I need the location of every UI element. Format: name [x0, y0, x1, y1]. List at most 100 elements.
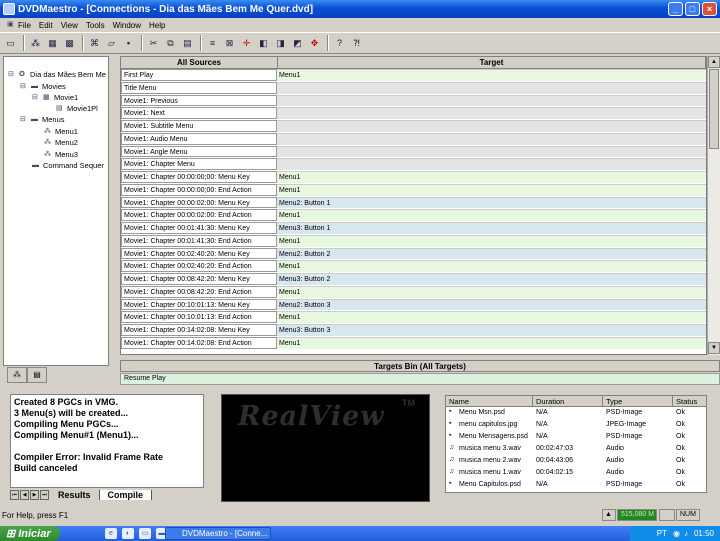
- menu-file[interactable]: File: [14, 21, 35, 30]
- col-target[interactable]: Target: [278, 57, 706, 68]
- tab-results[interactable]: Results: [50, 490, 100, 500]
- scroll-up-button[interactable]: ▲: [708, 56, 720, 68]
- connection-row[interactable]: Movie1: Subtitle Menu: [121, 120, 706, 133]
- menu-edit[interactable]: Edit: [35, 21, 57, 30]
- window-titlebar[interactable]: DVDMaestro - [Connections - Dia das Mães…: [0, 0, 720, 18]
- connections-icon[interactable]: ⌘: [87, 36, 102, 51]
- move-icon[interactable]: ✥: [307, 36, 322, 51]
- quicklaunch-ie-icon[interactable]: e: [105, 528, 117, 539]
- tree-menu2[interactable]: ⁂ Menu2: [44, 138, 78, 147]
- preview-3-icon[interactable]: ◩: [290, 36, 305, 51]
- tree-movie1[interactable]: ⊟ ▦ Movie1: [32, 93, 78, 102]
- target-cell[interactable]: Menu1: [277, 260, 706, 272]
- grid-vertical-scrollbar[interactable]: ▲ ▼: [707, 56, 720, 355]
- expand-icon[interactable]: ⊟: [8, 71, 17, 79]
- connection-row[interactable]: Movie1: Chapter 00:08:42:20: End Action M…: [121, 285, 706, 299]
- context-help-icon[interactable]: ⁈: [349, 36, 364, 51]
- source-cell[interactable]: Movie1: Chapter Menu: [121, 158, 277, 170]
- target-cell[interactable]: Menu3: Button 2: [277, 273, 706, 285]
- language-indicator[interactable]: PT: [657, 529, 667, 538]
- source-cell[interactable]: Movie1: Chapter 00:01:41:30: Menu Key: [121, 222, 277, 234]
- source-cell[interactable]: Movie1: Chapter 00:14:02:08: Menu Key: [121, 324, 277, 336]
- source-cell[interactable]: First Play: [121, 69, 277, 81]
- save-icon[interactable]: ▪: [121, 36, 136, 51]
- minimize-button[interactable]: _: [668, 2, 683, 16]
- connection-row[interactable]: Movie1: Previous: [121, 94, 706, 108]
- help-icon[interactable]: ?: [332, 36, 347, 51]
- connection-row[interactable]: Movie1: Chapter 00:14:02:08: End Action M…: [121, 336, 706, 350]
- target-cell[interactable]: Menu3: Button 1: [277, 222, 706, 234]
- menu-window[interactable]: Window: [109, 21, 145, 30]
- target-cell[interactable]: [277, 120, 706, 132]
- connection-row[interactable]: Movie1: Chapter 00:00:00;00: Menu Key Men…: [121, 171, 706, 184]
- target-cell[interactable]: [277, 107, 706, 119]
- source-cell[interactable]: Movie1: Chapter 00:00:02:00: End Action: [121, 209, 277, 221]
- source-cell[interactable]: Movie1: Chapter 00:10:01:13: Menu Key: [121, 298, 277, 311]
- source-cell[interactable]: Movie1: Chapter 00:02:40:20: End Action: [121, 260, 277, 272]
- doc-menu-icon[interactable]: ▣: [3, 21, 14, 29]
- tab-next-button[interactable]: ▶: [30, 490, 39, 500]
- menu-view[interactable]: View: [57, 21, 82, 30]
- tree-menus[interactable]: ⊟ ▬ Menus: [20, 115, 65, 124]
- connection-row[interactable]: Movie1: Chapter Menu: [121, 158, 706, 171]
- target-cell[interactable]: [277, 145, 706, 158]
- asset-row[interactable]: ♫ musica menu 3.wav 00:02:47:03 Audio Ok: [446, 443, 706, 455]
- asset-row[interactable]: ♫ musica menu 1.wav 00:04:02:15 Audio Ok: [446, 467, 706, 479]
- tab-prev-button[interactable]: ◀: [20, 490, 29, 500]
- source-cell[interactable]: Movie1: Chapter 00:08:42:20: End Action: [121, 285, 277, 298]
- timeline-icon[interactable]: ≡: [205, 36, 220, 51]
- source-cell[interactable]: Movie1: Chapter 00:00:00;00: Menu Key: [121, 171, 277, 183]
- asset-row[interactable]: ▪ Menu Capitulos.psd N/A PSD-Image Ok: [446, 479, 706, 491]
- tree-tab-connections[interactable]: ⁂: [7, 367, 27, 383]
- target-cell[interactable]: Menu2: Button 1: [277, 196, 706, 209]
- tree-movie1-play[interactable]: ▤ Movie1Pl: [56, 104, 98, 113]
- target-cell[interactable]: Menu1: [277, 285, 706, 298]
- source-cell[interactable]: Movie1: Next: [121, 107, 277, 119]
- safe-area-icon[interactable]: ⊠: [222, 36, 237, 51]
- asset-row[interactable]: ▪ Menu Mensagens.psd N/A PSD-Image Ok: [446, 431, 706, 443]
- source-cell[interactable]: Movie1: Subtitle Menu: [121, 120, 277, 132]
- tab-last-button[interactable]: ⏭: [40, 490, 49, 500]
- paste-icon[interactable]: ▤: [180, 36, 195, 51]
- target-cell[interactable]: Menu1: [277, 69, 706, 81]
- tree-root[interactable]: ⊟ ✪ Dia das Mães Bem Me: [8, 70, 106, 79]
- source-cell[interactable]: Title Menu: [121, 81, 277, 94]
- source-cell[interactable]: Movie1: Chapter 00:01:41:30: End Action: [121, 234, 277, 247]
- new-file-icon[interactable]: ▭: [3, 36, 18, 51]
- source-cell[interactable]: Movie1: Chapter 00:14:02:08: End Action: [121, 336, 277, 349]
- preview-2-icon[interactable]: ◨: [273, 36, 288, 51]
- grid-icon[interactable]: ▩: [62, 36, 77, 51]
- asset-row[interactable]: ♫ musica menu 2.wav 00:04:43:06 Audio Ok: [446, 455, 706, 467]
- connection-row[interactable]: Movie1: Audio Menu: [121, 132, 706, 146]
- connection-row[interactable]: Movie1: Chapter 00:02:40:20: End Action M…: [121, 260, 706, 273]
- maximize-button[interactable]: □: [685, 2, 700, 16]
- taskbar-dvdmaestro[interactable]: DVDMaestro - [Conne...: [165, 527, 271, 540]
- assets-list[interactable]: Name Duration Type Status ▪ Menu Msn.psd N…: [445, 395, 707, 493]
- target-cell[interactable]: Menu1: [277, 171, 706, 183]
- scroll-down-button[interactable]: ▼: [708, 342, 720, 354]
- scroll-thumb[interactable]: [709, 69, 719, 149]
- tray-icon[interactable]: ◉: [673, 529, 680, 538]
- target-cell[interactable]: Menu1: [277, 311, 706, 323]
- target-cell[interactable]: [277, 132, 706, 145]
- source-cell[interactable]: Movie1: Angle Menu: [121, 145, 277, 158]
- target-cell[interactable]: [277, 94, 706, 107]
- open-folder-icon[interactable]: ▱: [104, 36, 119, 51]
- tab-first-button[interactable]: ⏮: [10, 490, 19, 500]
- asset-row[interactable]: ▪ menu capitulos.jpg N/A JPEG-Image Ok: [446, 419, 706, 431]
- quicklaunch-desktop-icon[interactable]: ▭: [139, 528, 151, 539]
- tray-volume-icon[interactable]: ♪: [684, 529, 688, 538]
- connection-row[interactable]: Movie1: Chapter 00:02:40:20: Menu Key Men…: [121, 247, 706, 261]
- tree-view-icon[interactable]: ⁂: [28, 36, 43, 51]
- expand-icon[interactable]: ⊟: [20, 116, 29, 124]
- source-cell[interactable]: Movie1: Chapter 00:00:00;00: End Action: [121, 183, 277, 196]
- connection-row[interactable]: First Play Menu1: [121, 69, 706, 82]
- start-button[interactable]: ⊞ Iniciar: [0, 526, 60, 541]
- source-cell[interactable]: Movie1: Previous: [121, 94, 277, 107]
- targets-bin-item[interactable]: Resume Play: [120, 373, 720, 385]
- col-all-sources[interactable]: All Sources: [121, 57, 278, 68]
- tree-command-sequence[interactable]: ▬ Command Sequer: [32, 161, 104, 170]
- preview-1-icon[interactable]: ◧: [256, 36, 271, 51]
- col-name[interactable]: Name: [446, 396, 533, 406]
- copy-icon[interactable]: ⧉: [163, 36, 178, 51]
